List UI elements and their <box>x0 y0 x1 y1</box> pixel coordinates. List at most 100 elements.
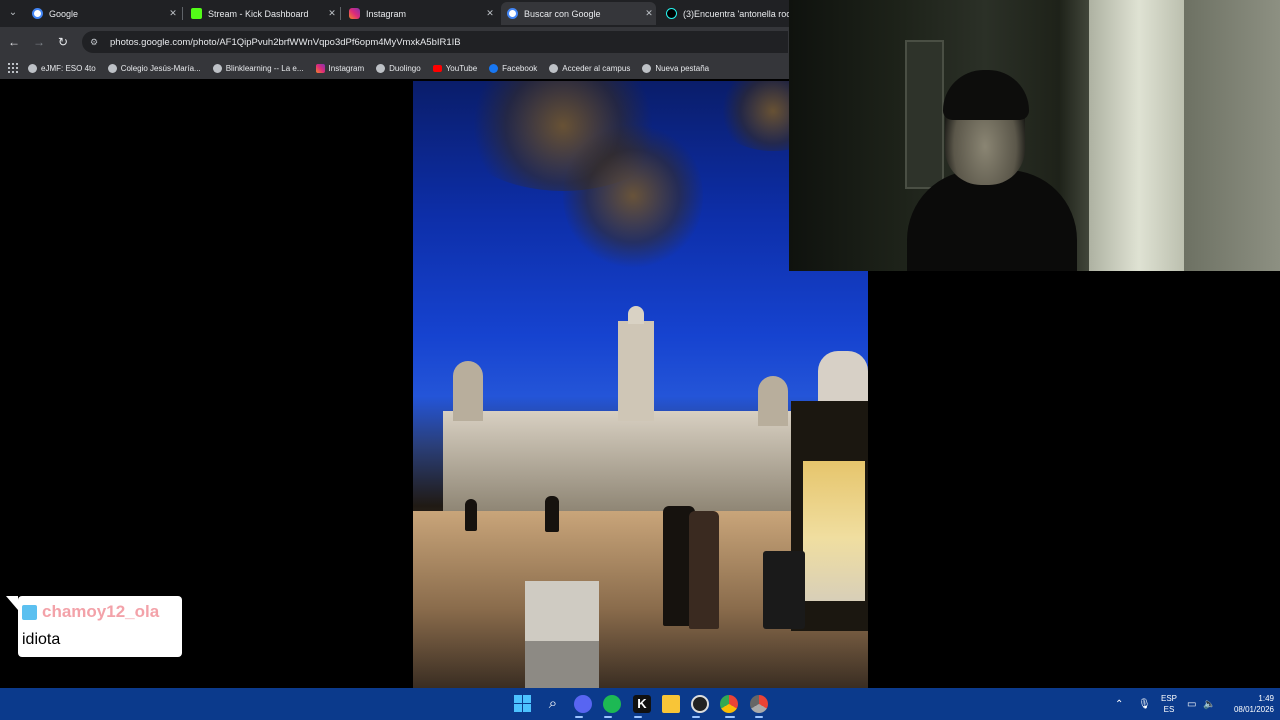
globe-icon <box>642 63 652 73</box>
tab-kick-dashboard[interactable]: Stream - Kick Dashboard ✕ <box>185 2 339 25</box>
clock-date: 08/01/2026 <box>1233 705 1274 714</box>
clock-tower <box>618 321 654 421</box>
mirror-frame <box>905 40 944 189</box>
wardrobe-door <box>1089 0 1189 271</box>
bookmark-blinklearning[interactable]: Blinklearning -- La e... <box>212 63 304 73</box>
kiosk-poster <box>803 461 865 601</box>
tab-title: Stream - Kick Dashboard <box>208 8 309 19</box>
chrome-alt-icon[interactable] <box>750 695 768 713</box>
volume-icon[interactable]: 🔈 <box>1203 688 1215 720</box>
globe-icon <box>376 63 386 73</box>
reload-button[interactable]: ↻ <box>55 34 71 50</box>
tower-spire <box>628 306 644 324</box>
forward-button[interactable]: → <box>31 34 47 50</box>
bookmark-ejmf[interactable]: eJMF: ESO 4to <box>28 63 96 73</box>
wall <box>1184 0 1280 271</box>
tab-title: Instagram <box>366 8 407 19</box>
chat-user: chamoy12_ola <box>22 602 159 622</box>
url-text: photos.google.com/photo/AF1QipPvuh2brfWW… <box>110 36 461 48</box>
bookmark-instagram[interactable]: Instagram <box>315 63 365 73</box>
person-silhouette <box>465 499 477 531</box>
close-icon[interactable]: ✕ <box>483 8 497 19</box>
kick-icon <box>191 8 202 19</box>
tray-overflow-chevron-icon[interactable]: ⌃ <box>1115 688 1123 720</box>
google-icon <box>507 8 518 19</box>
close-icon[interactable]: ✕ <box>166 8 180 19</box>
bookmark-colegio[interactable]: Colegio Jesús-María... <box>107 63 201 73</box>
bookmark-label: eJMF: ESO 4to <box>41 63 96 73</box>
dome-left <box>453 361 483 421</box>
site-info-icon[interactable]: ⚙ <box>90 37 104 47</box>
clock-time: 1:49 <box>1258 694 1274 703</box>
language-line1: ESP <box>1160 694 1177 703</box>
tree-branches <box>563 121 703 271</box>
bookmark-label: Duolingo <box>389 63 421 73</box>
bookmarks-bar: eJMF: ESO 4to Colegio Jesús-María... Bli… <box>0 57 790 79</box>
tab-buscar-con-google[interactable]: Buscar con Google ✕ <box>501 2 656 25</box>
running-indicator <box>755 716 763 718</box>
bookmark-nueva-pestana[interactable]: Nueva pestaña <box>642 63 709 73</box>
bookmark-label: Facebook <box>502 63 538 73</box>
tab-title: Buscar con Google <box>524 8 601 19</box>
obs-icon[interactable] <box>691 695 709 713</box>
youtube-icon <box>432 64 442 72</box>
tab-instagram[interactable]: Instagram ✕ <box>343 2 497 25</box>
instagram-icon <box>349 8 360 19</box>
address-bar[interactable]: ⚙ photos.google.com/photo/AF1QipPvuh2brf… <box>82 31 788 53</box>
trash-bin <box>763 551 805 629</box>
city-hall-facade <box>443 411 803 511</box>
kick-icon[interactable]: K <box>633 695 651 713</box>
running-indicator <box>604 716 612 718</box>
tiktok-icon <box>666 8 677 19</box>
close-icon[interactable]: ✕ <box>325 8 339 19</box>
network-icon[interactable]: ▭ <box>1187 688 1196 720</box>
bookmark-youtube[interactable]: YouTube <box>432 64 477 73</box>
system-clock[interactable]: 1:49 08/01/2026 <box>1220 693 1274 715</box>
facebook-icon <box>489 63 499 73</box>
tab-tiktok[interactable]: (3)Encuentra 'antonella rocuzz <box>660 2 790 25</box>
bookmark-facebook[interactable]: Facebook <box>489 63 538 73</box>
tab-title: Google <box>49 8 79 19</box>
bookmark-label: Instagram <box>328 63 365 73</box>
bookmark-label: Acceder al campus <box>562 63 631 73</box>
chat-message-overlay: chamoy12_ola idiota <box>6 596 182 657</box>
running-indicator <box>692 716 700 718</box>
close-icon[interactable]: ✕ <box>642 8 656 19</box>
globe-icon <box>107 63 117 73</box>
globe-icon <box>212 63 222 73</box>
bookmark-duolingo[interactable]: Duolingo <box>376 63 421 73</box>
tab-google[interactable]: Google ✕ <box>26 2 180 25</box>
dome-right <box>758 376 788 426</box>
language-indicator[interactable]: ESP ES <box>1158 693 1180 715</box>
spotify-icon[interactable] <box>603 695 621 713</box>
person-silhouette <box>545 496 559 532</box>
search-icon[interactable]: ⌕ <box>544 695 562 713</box>
tab-title: (3)Encuentra 'antonella rocuzz <box>683 8 790 19</box>
bookmark-label: Blinklearning -- La e... <box>225 63 304 73</box>
chat-message-text: idiota <box>22 631 61 648</box>
google-icon <box>32 8 43 19</box>
streamer-hair <box>943 70 1029 120</box>
running-indicator <box>575 716 583 718</box>
running-indicator <box>725 716 735 718</box>
chrome-icon[interactable] <box>720 695 738 713</box>
file-explorer-icon[interactable] <box>662 695 680 713</box>
back-button[interactable]: ← <box>6 34 22 50</box>
discord-icon[interactable] <box>574 695 592 713</box>
apps-grid-icon[interactable] <box>8 63 18 73</box>
microphone-icon[interactable]: 🎙 <box>1138 688 1151 720</box>
webcam-feed <box>789 0 1280 271</box>
tab-divider <box>182 7 183 20</box>
instagram-icon <box>315 63 325 73</box>
running-indicator <box>634 716 642 718</box>
windows-start-icon[interactable] <box>514 695 531 712</box>
language-line2: ES <box>1163 705 1175 714</box>
streamer-body <box>907 170 1077 271</box>
windows-taskbar: ⌕ K ⌃ 🎙 ESP ES ▭ 🔈 1:49 08/01/2026 <box>0 688 1280 720</box>
bookmark-label: Colegio Jesús-María... <box>120 63 201 73</box>
tab-search-chevron-icon[interactable]: ⌄ <box>4 5 22 21</box>
graffiti-box-base <box>525 641 599 688</box>
tab-strip: ⌄ Google ✕ Stream - Kick Dashboard ✕ Ins… <box>0 0 790 27</box>
tab-divider <box>340 7 341 20</box>
bookmark-campus[interactable]: Acceder al campus <box>549 63 631 73</box>
